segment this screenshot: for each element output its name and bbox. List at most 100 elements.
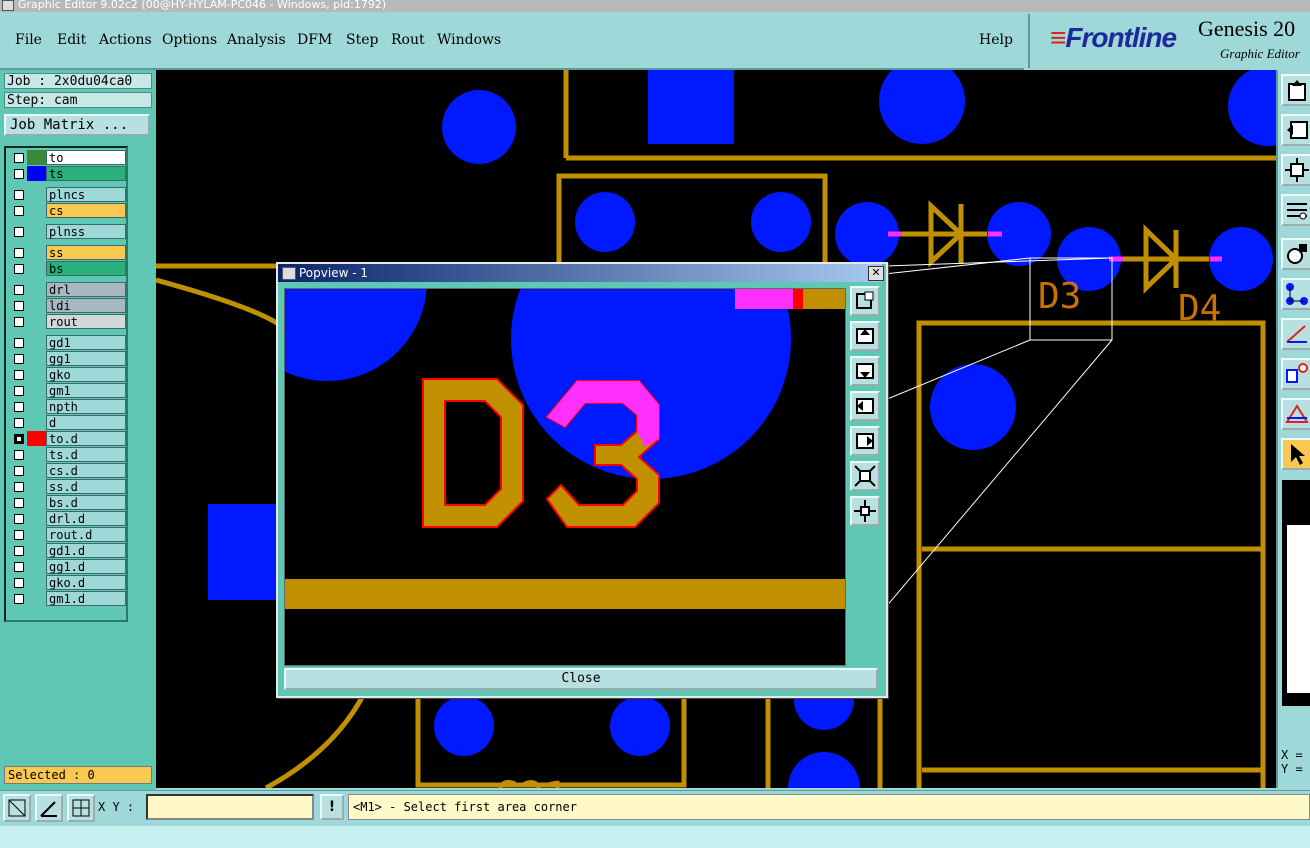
layer-checkbox[interactable]	[14, 482, 24, 492]
layer-row-cs-d[interactable]: cs.d	[10, 463, 128, 478]
layer-checkbox[interactable]	[14, 206, 24, 216]
menu-windows[interactable]: Windows	[437, 32, 501, 48]
layer-row-drl-d[interactable]: drl.d	[10, 511, 128, 526]
layer-color-swatch[interactable]	[27, 511, 47, 526]
layer-checkbox[interactable]	[14, 418, 24, 428]
layer-row-rout[interactable]: rout	[10, 314, 128, 329]
layer-color-swatch[interactable]	[27, 527, 47, 542]
layer-name[interactable]: rout.d	[46, 527, 126, 542]
layer-color-swatch[interactable]	[27, 150, 47, 165]
layer-name[interactable]: drl	[46, 282, 126, 297]
layer-color-swatch[interactable]	[27, 495, 47, 510]
layer-checkbox[interactable]	[14, 594, 24, 604]
pv-zoom-window-button[interactable]	[850, 286, 880, 316]
layer-color-swatch[interactable]	[27, 479, 47, 494]
layer-name[interactable]: gg1	[46, 351, 126, 366]
layer-color-swatch[interactable]	[27, 351, 47, 366]
layer-checkbox[interactable]	[14, 370, 24, 380]
layer-color-swatch[interactable]	[27, 543, 47, 558]
layer-checkbox[interactable]	[14, 285, 24, 295]
layer-row-rout-d[interactable]: rout.d	[10, 527, 128, 542]
popview-close-button[interactable]: Close	[284, 668, 878, 690]
layer-row-npth[interactable]: npth	[10, 399, 128, 414]
layer-checkbox[interactable]	[14, 190, 24, 200]
layer-name[interactable]: ss.d	[46, 479, 126, 494]
layer-name[interactable]: bs	[46, 261, 126, 276]
layer-row-bs[interactable]: bs	[10, 261, 128, 276]
pv-pan-left-button[interactable]	[850, 391, 880, 421]
menu-help[interactable]: Help	[979, 32, 1013, 48]
layer-checkbox[interactable]	[14, 466, 24, 476]
layer-checkbox[interactable]	[14, 514, 24, 524]
layer-row-drl[interactable]: drl	[10, 282, 128, 297]
layer-color-swatch[interactable]	[27, 463, 47, 478]
layer-row-d[interactable]: d	[10, 415, 128, 430]
layer-color-swatch[interactable]	[27, 261, 47, 276]
pv-zoom-in-button[interactable]	[850, 461, 880, 491]
layer-checkbox[interactable]	[14, 227, 24, 237]
layer-color-swatch[interactable]	[27, 383, 47, 398]
right-tool-3[interactable]	[1281, 154, 1310, 186]
layer-name[interactable]: npth	[46, 399, 126, 414]
pv-pan-down-button[interactable]	[850, 356, 880, 386]
layer-color-swatch[interactable]	[27, 166, 47, 181]
layer-color-swatch[interactable]	[27, 591, 47, 606]
layer-row-plncs[interactable]: plncs	[10, 187, 128, 202]
layer-name[interactable]: to.d	[46, 431, 126, 446]
menu-rout[interactable]: Rout	[391, 32, 425, 48]
menu-analysis[interactable]: Analysis	[227, 32, 286, 48]
layer-color-swatch[interactable]	[27, 335, 47, 350]
pv-pan-up-button[interactable]	[850, 321, 880, 351]
grid-mode-button[interactable]	[67, 794, 95, 822]
layer-checkbox[interactable]	[14, 450, 24, 460]
right-tool-6[interactable]	[1281, 278, 1310, 310]
menu-dfm[interactable]: DFM	[297, 32, 332, 48]
layer-name[interactable]: drl.d	[46, 511, 126, 526]
layer-color-swatch[interactable]	[27, 399, 47, 414]
layer-checkbox[interactable]	[14, 530, 24, 540]
right-tool-1[interactable]	[1281, 74, 1310, 106]
alert-button[interactable]: !	[320, 794, 344, 820]
right-tool-8[interactable]	[1281, 358, 1310, 390]
layer-color-swatch[interactable]	[27, 575, 47, 590]
layer-color-swatch[interactable]	[27, 203, 47, 218]
layer-row-ts-d[interactable]: ts.d	[10, 447, 128, 462]
job-matrix-button[interactable]: Job Matrix ...	[4, 114, 150, 136]
layer-name[interactable]: to	[46, 150, 126, 165]
layer-name[interactable]: gd1.d	[46, 543, 126, 558]
right-tool-pointer[interactable]	[1281, 438, 1310, 470]
layer-row-gg1-d[interactable]: gg1.d	[10, 559, 128, 574]
right-tool-4[interactable]	[1281, 194, 1310, 226]
layer-row-plnss[interactable]: plnss	[10, 224, 128, 239]
layer-name[interactable]: bs.d	[46, 495, 126, 510]
layer-row-bs-d[interactable]: bs.d	[10, 495, 128, 510]
layer-name[interactable]: ldi	[46, 298, 126, 313]
layer-checkbox[interactable]	[14, 169, 24, 179]
layer-row-ss-d[interactable]: ss.d	[10, 479, 128, 494]
layer-name[interactable]: plncs	[46, 187, 126, 202]
layer-name[interactable]: ss	[46, 245, 126, 260]
layer-name[interactable]: gko	[46, 367, 126, 382]
popview-titlebar[interactable]: Popview - 1	[278, 264, 882, 282]
layer-row-gm1[interactable]: gm1	[10, 383, 128, 398]
layer-name[interactable]: cs	[46, 203, 126, 218]
layer-checkbox[interactable]	[14, 338, 24, 348]
layer-checkbox[interactable]	[14, 301, 24, 311]
layer-checkbox[interactable]	[14, 153, 24, 163]
layer-row-ldi[interactable]: ldi	[10, 298, 128, 313]
pv-pan-right-button[interactable]	[850, 426, 880, 456]
layer-name[interactable]: cs.d	[46, 463, 126, 478]
layer-name[interactable]: gd1	[46, 335, 126, 350]
layer-name[interactable]: gm1.d	[46, 591, 126, 606]
layer-checkbox[interactable]	[14, 386, 24, 396]
layer-checkbox[interactable]	[14, 402, 24, 412]
layer-color-swatch[interactable]	[27, 431, 47, 446]
layer-row-gd1-d[interactable]: gd1.d	[10, 543, 128, 558]
layer-color-swatch[interactable]	[27, 224, 47, 239]
layer-color-swatch[interactable]	[27, 314, 47, 329]
right-tool-9[interactable]	[1281, 398, 1310, 430]
layer-name[interactable]: plnss	[46, 224, 126, 239]
menu-options[interactable]: Options	[162, 32, 217, 48]
xy-input[interactable]	[146, 794, 314, 820]
layer-name[interactable]: gm1	[46, 383, 126, 398]
